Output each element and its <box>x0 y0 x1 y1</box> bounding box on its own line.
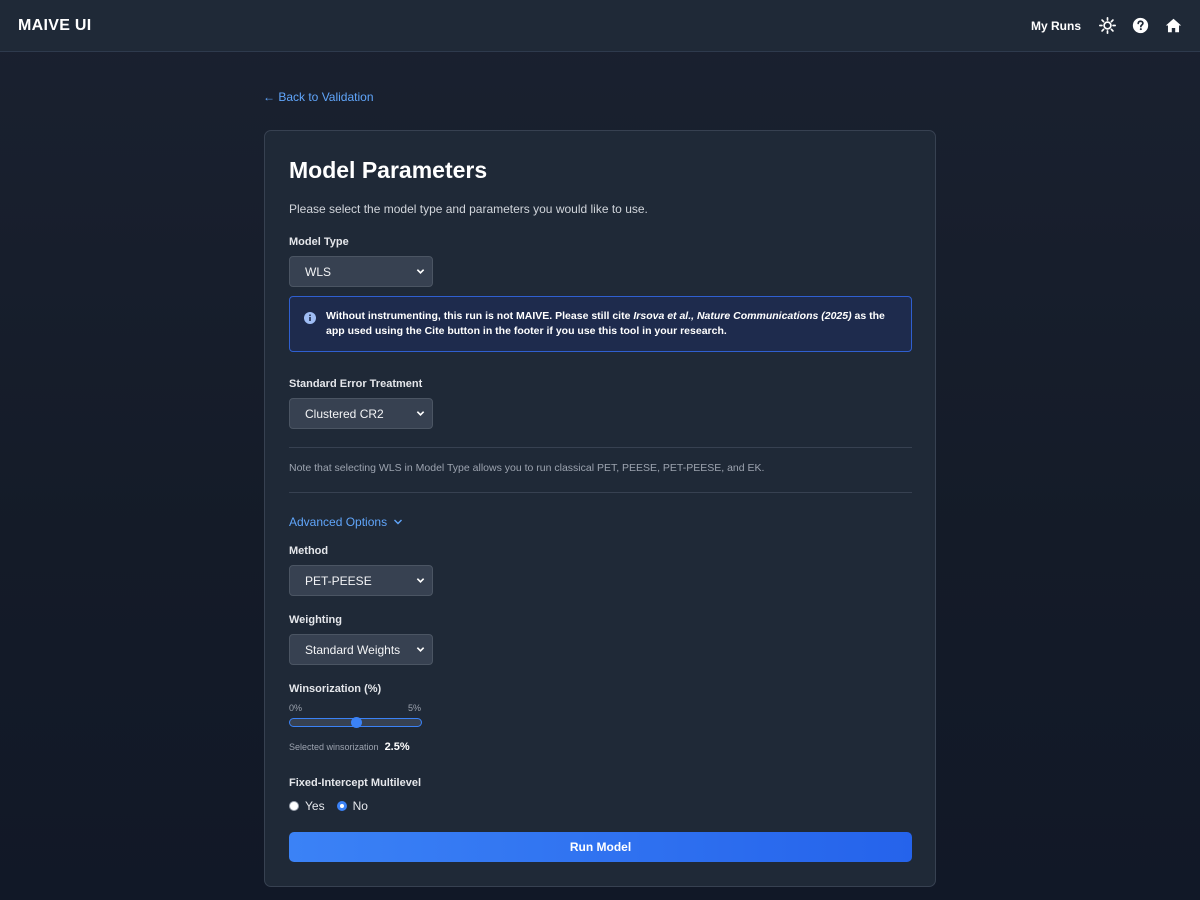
home-icon[interactable] <box>1165 17 1182 34</box>
info-citation: Irsova et al., Nature Communications (20… <box>633 310 852 322</box>
theme-toggle-icon[interactable] <box>1099 17 1116 34</box>
method-label: Method <box>289 545 329 557</box>
app-brand[interactable]: MAIVE UI <box>18 17 92 35</box>
fixed-intercept-yes-radio[interactable]: Yes <box>289 799 325 813</box>
back-to-validation-link[interactable]: ← Back to Validation <box>263 90 374 104</box>
selected-winsorization: Selected winsorization 2.5% <box>289 741 911 753</box>
info-text-part1: Without instrumenting, this run is not M… <box>326 310 634 322</box>
winsorization-min-label: 0% <box>289 703 303 713</box>
chevron-down-icon <box>416 578 425 583</box>
model-type-select[interactable]: WLS <box>289 256 433 287</box>
slider-thumb[interactable] <box>350 717 362 728</box>
se-treatment-value: Clustered CR2 <box>305 407 384 421</box>
maive-info-alert: Without instrumenting, this run is not M… <box>289 296 912 352</box>
se-treatment-select[interactable]: Clustered CR2 <box>289 398 433 429</box>
section-divider <box>289 447 912 448</box>
chevron-down-icon <box>394 519 403 525</box>
fixed-intercept-radio-group: Yes No <box>289 799 911 813</box>
wls-note: Note that selecting WLS in Model Type al… <box>289 462 765 474</box>
weighting-label: Weighting <box>289 614 342 626</box>
radio-dot[interactable] <box>289 801 299 811</box>
info-cite-word: Cite <box>424 325 445 337</box>
radio-label-no: No <box>352 799 368 813</box>
selected-winsorization-value: 2.5% <box>384 741 410 753</box>
radio-dot[interactable] <box>336 801 347 811</box>
info-text-part3: button in the footer if you use this too… <box>444 325 727 337</box>
run-model-button[interactable]: Run Model <box>289 832 912 862</box>
winsorization-range-labels: 0% 5% <box>289 703 421 715</box>
winsorization-max-label: 5% <box>407 703 421 713</box>
section-divider <box>289 492 912 493</box>
weighting-select[interactable]: Standard Weights <box>289 634 433 665</box>
chevron-down-icon <box>416 411 425 416</box>
winsorization-label: Winsorization (%) <box>289 683 382 695</box>
page-subtitle: Please select the model type and paramet… <box>289 202 648 216</box>
advanced-options-label: Advanced Options <box>289 515 388 529</box>
model-parameters-card: Model Parameters Please select the model… <box>264 130 936 887</box>
chevron-down-icon <box>416 269 425 274</box>
weighting-value: Standard Weights <box>305 643 401 657</box>
my-runs-link[interactable]: My Runs <box>1031 19 1081 33</box>
model-type-value: WLS <box>305 265 332 279</box>
info-text: Without instrumenting, this run is not M… <box>326 310 885 337</box>
model-type-label: Model Type <box>289 236 349 248</box>
navbar-actions: My Runs <box>1031 17 1182 34</box>
fixed-intercept-no-radio[interactable]: No <box>336 799 368 813</box>
method-value: PET-PEESE <box>305 574 372 588</box>
top-navbar: MAIVE UI My Runs <box>0 0 1200 52</box>
page-title: Model Parameters <box>289 157 488 183</box>
winsorization-slider[interactable] <box>289 717 422 728</box>
se-treatment-label: Standard Error Treatment <box>289 378 423 390</box>
radio-label-yes: Yes <box>305 799 325 813</box>
selected-winsorization-label: Selected winsorization <box>289 742 379 752</box>
help-icon[interactable] <box>1132 17 1149 34</box>
info-icon <box>304 312 316 324</box>
advanced-options-toggle[interactable]: Advanced Options <box>289 515 403 529</box>
chevron-down-icon <box>416 647 425 652</box>
fixed-intercept-label: Fixed-Intercept Multilevel <box>289 777 422 789</box>
method-select[interactable]: PET-PEESE <box>289 565 433 596</box>
